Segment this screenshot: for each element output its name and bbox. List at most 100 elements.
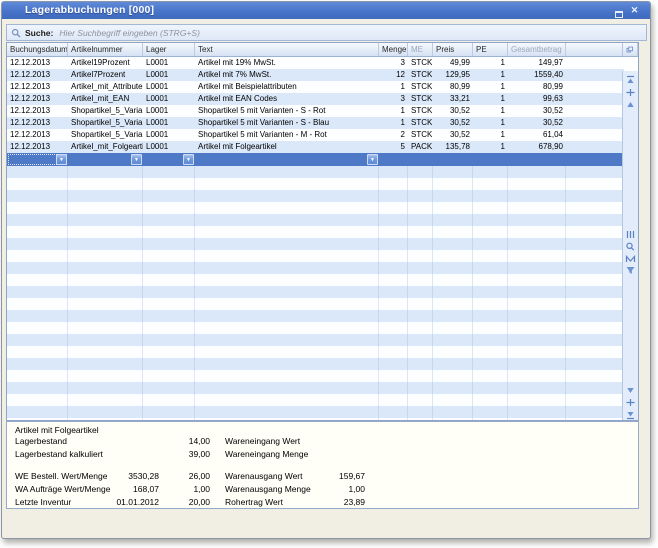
empty-row[interactable] xyxy=(7,322,624,334)
table-row[interactable]: 12.12.2013Artikel_mit_AttributenL0001Art… xyxy=(7,81,624,93)
table-row[interactable]: 12.12.2013Artikel7ProzentL0001Artikel mi… xyxy=(7,69,624,81)
empty-cell xyxy=(508,202,566,214)
empty-cell xyxy=(566,394,624,406)
titlebar[interactable]: Lagerabbuchungen [000] ✕ xyxy=(2,2,650,19)
empty-cell xyxy=(508,418,566,420)
table-corner-button[interactable] xyxy=(622,43,638,56)
scroll-down-icon[interactable] xyxy=(624,383,637,394)
scroll-to-top-icon[interactable] xyxy=(624,73,637,84)
column-header-artikelnummer[interactable]: Artikelnummer xyxy=(68,43,143,56)
filter-cell-text[interactable]: ▼ xyxy=(195,153,379,166)
empty-cell xyxy=(566,298,624,310)
filter-cell-menge[interactable] xyxy=(379,153,408,166)
empty-cell xyxy=(68,202,143,214)
table-row[interactable]: 12.12.2013Shopartikel_5_VariantL0001Shop… xyxy=(7,129,624,141)
filter-cell-gesamtbetrag[interactable] xyxy=(508,153,566,166)
empty-cell xyxy=(508,238,566,250)
column-header-text[interactable]: Text xyxy=(195,43,379,56)
table-row[interactable]: 12.12.2013Artikel_mit_FolgeartikL0001Art… xyxy=(7,141,624,153)
empty-row[interactable] xyxy=(7,394,624,406)
filter-cell-lager[interactable]: ▼ xyxy=(143,153,195,166)
table-scrollbar[interactable] xyxy=(622,71,638,420)
empty-row[interactable] xyxy=(7,406,624,418)
scroll-page-down-icon[interactable] xyxy=(624,395,637,406)
details-label: Wareneingang Wert xyxy=(225,435,325,448)
empty-row[interactable] xyxy=(7,298,624,310)
empty-row[interactable] xyxy=(7,202,624,214)
empty-cell xyxy=(195,394,379,406)
filter-cell-empty[interactable] xyxy=(566,153,624,166)
scroll-up-icon[interactable] xyxy=(624,97,637,108)
column-header-pe[interactable]: PE xyxy=(473,43,508,56)
dropdown-icon[interactable]: ▼ xyxy=(56,154,67,165)
empty-cell xyxy=(7,370,68,382)
empty-cell xyxy=(195,166,379,178)
column-header-menge[interactable]: Menge xyxy=(379,43,408,56)
new-entry-row[interactable]: ▼ ▼ ▼ ▼ xyxy=(7,153,624,166)
close-icon[interactable]: ✕ xyxy=(628,5,641,16)
column-header-gesamtbetrag[interactable]: Gesamtbetrag xyxy=(508,43,566,56)
cell-preis: 30,52 xyxy=(433,129,473,141)
empty-cell xyxy=(68,358,143,370)
empty-cell xyxy=(379,310,408,322)
empty-cell xyxy=(68,214,143,226)
empty-row[interactable] xyxy=(7,226,624,238)
table-body: 12.12.2013Artikel19ProzentL0001Artikel m… xyxy=(7,57,638,420)
filter-cell-buchungsdatum[interactable]: ▼ xyxy=(7,153,68,166)
empty-cell xyxy=(195,406,379,418)
details-value: 39,00 xyxy=(159,448,210,461)
dropdown-icon[interactable]: ▼ xyxy=(367,154,378,165)
empty-cell xyxy=(473,190,508,202)
search-input[interactable]: Suche: Hier Suchbegriff eingeben (STRG+S… xyxy=(6,24,647,41)
column-header-buchungsdatum[interactable]: Buchungsdatum xyxy=(7,43,68,56)
empty-cell xyxy=(566,190,624,202)
empty-cell xyxy=(508,286,566,298)
table-row[interactable]: 12.12.2013Shopartikel_5_VariantL0001Shop… xyxy=(7,117,624,129)
table-row[interactable]: 12.12.2013Shopartikel_5_VariantL0001Shop… xyxy=(7,105,624,117)
empty-cell xyxy=(473,238,508,250)
empty-row[interactable] xyxy=(7,334,624,346)
filter-icon[interactable] xyxy=(624,263,637,274)
columns-icon[interactable] xyxy=(624,227,637,238)
empty-row[interactable] xyxy=(7,418,624,420)
column-header-lager[interactable]: Lager xyxy=(143,43,195,56)
dropdown-icon[interactable]: ▼ xyxy=(131,154,142,165)
empty-row[interactable] xyxy=(7,286,624,298)
empty-row[interactable] xyxy=(7,346,624,358)
empty-row[interactable] xyxy=(7,166,624,178)
empty-row[interactable] xyxy=(7,262,624,274)
column-header-me[interactable]: ME xyxy=(408,43,433,56)
empty-cell xyxy=(68,274,143,286)
empty-row[interactable] xyxy=(7,358,624,370)
cell-empty xyxy=(566,117,624,129)
column-header-preis[interactable]: Preis xyxy=(433,43,473,56)
column-header-empty[interactable] xyxy=(566,43,622,56)
cell-preis: 33,21 xyxy=(433,93,473,105)
empty-cell xyxy=(433,406,473,418)
empty-row[interactable] xyxy=(7,190,624,202)
table-row[interactable]: 12.12.2013Artikel_mit_EANL0001Artikel mi… xyxy=(7,93,624,105)
empty-cell xyxy=(7,334,68,346)
scroll-to-bottom-icon[interactable] xyxy=(624,407,637,418)
filter-cell-artikelnummer[interactable]: ▼ xyxy=(68,153,143,166)
empty-cell xyxy=(7,406,68,418)
empty-row[interactable] xyxy=(7,238,624,250)
filter-cell-preis[interactable] xyxy=(433,153,473,166)
empty-cell xyxy=(508,226,566,238)
empty-row[interactable] xyxy=(7,382,624,394)
empty-row[interactable] xyxy=(7,214,624,226)
empty-row[interactable] xyxy=(7,370,624,382)
empty-row[interactable] xyxy=(7,178,624,190)
table-row[interactable]: 12.12.2013Artikel19ProzentL0001Artikel m… xyxy=(7,57,624,69)
sort-icon[interactable] xyxy=(624,251,637,262)
empty-row[interactable] xyxy=(7,250,624,262)
scroll-page-up-icon[interactable] xyxy=(624,85,637,96)
filter-cell-pe[interactable] xyxy=(473,153,508,166)
restore-icon[interactable] xyxy=(612,5,625,16)
search-icon[interactable] xyxy=(624,239,637,250)
dropdown-icon[interactable]: ▼ xyxy=(183,154,194,165)
empty-cell xyxy=(379,334,408,346)
empty-row[interactable] xyxy=(7,310,624,322)
empty-row[interactable] xyxy=(7,274,624,286)
filter-cell-me[interactable] xyxy=(408,153,433,166)
